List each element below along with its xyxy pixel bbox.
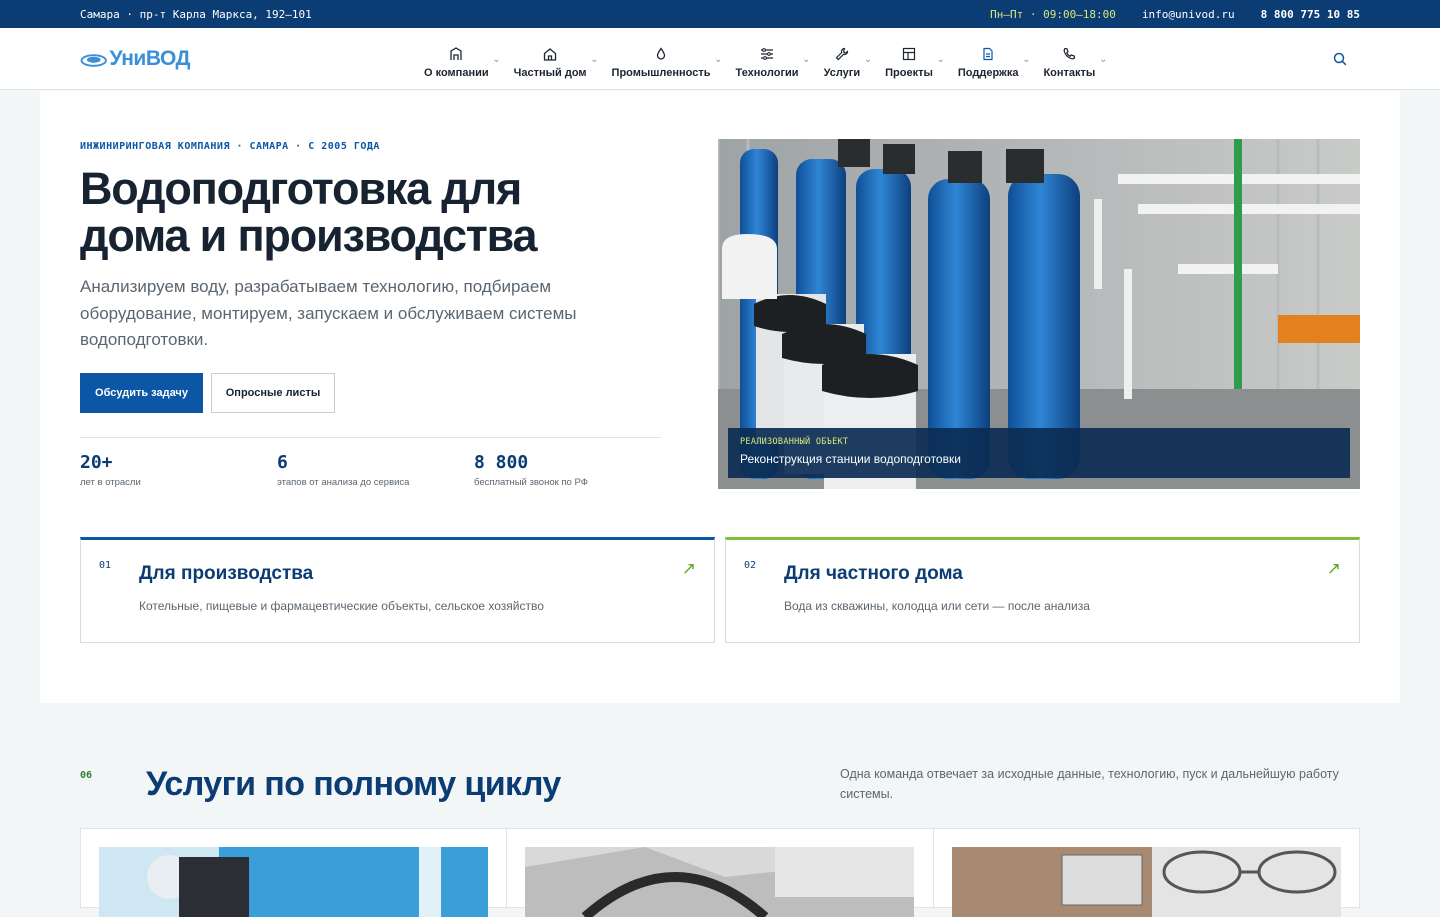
- card-industry[interactable]: 01 Для производства Котельные, пищевые и…: [80, 537, 715, 643]
- chevron-down-icon: ⌄: [1098, 54, 1108, 65]
- chevron-down-icon: ⌄: [863, 54, 873, 65]
- nav-item-private-house[interactable]: Частный дом ⌄: [510, 28, 599, 90]
- chevron-down-icon: ⌄: [492, 54, 501, 65]
- nav-item-services[interactable]: Услуги ⌄: [820, 28, 872, 90]
- card-index: 02: [744, 560, 757, 571]
- card-index: 01: [99, 560, 112, 571]
- email-link[interactable]: info@univod.ru: [1142, 8, 1235, 21]
- grid-icon: [902, 46, 916, 62]
- hero-lead: Анализируем воду, разрабатываем технолог…: [80, 277, 577, 349]
- card-title: Для частного дома: [784, 563, 963, 584]
- main-nav: О компании ⌄ Частный дом ⌄ Промышленност…: [420, 28, 1107, 90]
- hero-section: ИНЖИНИРИНГОВАЯ КОМПАНИЯ · САМАРА · С 200…: [40, 91, 1400, 703]
- stat-value: 6: [277, 452, 288, 473]
- logo-drop-icon: [80, 53, 107, 67]
- chevron-down-icon: ⌄: [590, 54, 599, 65]
- nav-label: Поддержка: [957, 66, 1019, 79]
- inspection-image: [951, 847, 1341, 917]
- section-description: Одна команда отвечает за исходные данные…: [840, 767, 1339, 801]
- phone-link[interactable]: 8 800 775 10 85: [1261, 8, 1360, 21]
- service-card[interactable]: [507, 829, 934, 917]
- search-icon[interactable]: [1332, 51, 1348, 67]
- nav-label: Промышленность: [611, 66, 711, 79]
- card-description: Котельные, пищевые и фармацевтические об…: [139, 599, 544, 613]
- address-text: Самара · пр-т Карла Маркса, 192–101: [80, 7, 312, 21]
- stat-value: 20+: [80, 452, 113, 473]
- nav-item-support[interactable]: Поддержка ⌄: [954, 28, 1030, 90]
- work-hours: Пн–Пт · 09:00–18:00: [990, 7, 1116, 21]
- nav-item-contacts[interactable]: Контакты ⌄: [1039, 28, 1107, 90]
- nav-item-industry[interactable]: Промышленность ⌄: [608, 28, 723, 90]
- design-image: [525, 847, 915, 917]
- questionnaires-button[interactable]: Опросные листы: [211, 373, 335, 413]
- stat-value: 8 800: [474, 452, 529, 473]
- building-icon: [449, 46, 463, 62]
- card-private-house[interactable]: 02 Для частного дома Вода из скважины, к…: [725, 537, 1360, 643]
- card-description: Вода из скважины, колодца или сети — пос…: [784, 599, 1090, 613]
- chevron-down-icon: ⌄: [1022, 54, 1031, 65]
- stat-years: 20+ лет в отрасли: [80, 452, 141, 488]
- stats-row: 20+ лет в отрасли 6 этапов от анализа до…: [80, 437, 661, 488]
- nav-label: Контакты: [1043, 66, 1096, 79]
- wrench-icon: [835, 46, 849, 62]
- logo[interactable]: УниВОД: [80, 44, 190, 74]
- service-card[interactable]: [934, 829, 1359, 917]
- discuss-task-button[interactable]: Обсудить задачу: [80, 373, 203, 413]
- arrow-up-right-icon: ↗: [1326, 559, 1341, 578]
- nav-label: Частный дом: [513, 66, 587, 79]
- stat-caption: лет в отрасли: [80, 477, 141, 488]
- photo-tag: РЕАЛИЗОВАННЫЙ ОБЪЕКТ: [740, 437, 849, 447]
- stat-hotline: 8 800 бесплатный звонок по РФ: [474, 452, 588, 488]
- stat-caption: бесплатный звонок по РФ: [474, 477, 588, 488]
- logo-text: УниВОД: [109, 46, 190, 70]
- nav-label: Проекты: [885, 66, 933, 79]
- chevron-down-icon: ⌄: [714, 54, 723, 65]
- chevron-down-icon: ⌄: [802, 54, 811, 65]
- nav-label: Услуги: [823, 66, 861, 79]
- nav-label: О компании: [424, 66, 489, 79]
- arrow-up-right-icon: ↗: [681, 559, 696, 578]
- card-title: Для производства: [139, 563, 314, 584]
- top-bar: Самара · пр-т Карла Маркса, 192–101 Пн–П…: [0, 0, 1440, 28]
- chevron-down-icon: ⌄: [936, 54, 945, 65]
- document-icon: [981, 46, 995, 62]
- services-grid: [80, 828, 1360, 917]
- hero-eyebrow: ИНЖИНИРИНГОВАЯ КОМПАНИЯ · САМАРА · С 200…: [80, 141, 380, 152]
- service-card[interactable]: [81, 829, 508, 917]
- stat-caption: этапов от анализа до сервиса: [277, 477, 410, 488]
- section-number: 06: [80, 770, 93, 781]
- hero-title: Водоподготовка для дома и производства: [80, 163, 538, 261]
- nav-label: Технологии: [735, 66, 799, 79]
- droplet-icon: [654, 46, 668, 62]
- stat-stages: 6 этапов от анализа до сервиса: [277, 452, 409, 488]
- photo-title: Реконструкция станции водоподготовки: [740, 452, 961, 466]
- site-header: УниВОД О компании ⌄ Частный дом ⌄ Промыш…: [0, 28, 1440, 90]
- photo-caption: РЕАЛИЗОВАННЫЙ ОБЪЕКТ Реконструкция станц…: [728, 428, 1350, 478]
- nav-item-projects[interactable]: Проекты ⌄: [881, 28, 945, 90]
- section-title: Услуги по полному циклу: [146, 765, 561, 803]
- phone-icon: [1062, 46, 1076, 62]
- nav-item-technologies[interactable]: Технологии ⌄: [732, 28, 811, 90]
- sliders-icon: [760, 46, 774, 62]
- house-icon: [543, 46, 557, 62]
- laboratory-image: [99, 847, 488, 917]
- hero-photo: РЕАЛИЗОВАННЫЙ ОБЪЕКТ Реконструкция станц…: [718, 139, 1360, 489]
- nav-item-company[interactable]: О компании ⌄: [420, 28, 501, 90]
